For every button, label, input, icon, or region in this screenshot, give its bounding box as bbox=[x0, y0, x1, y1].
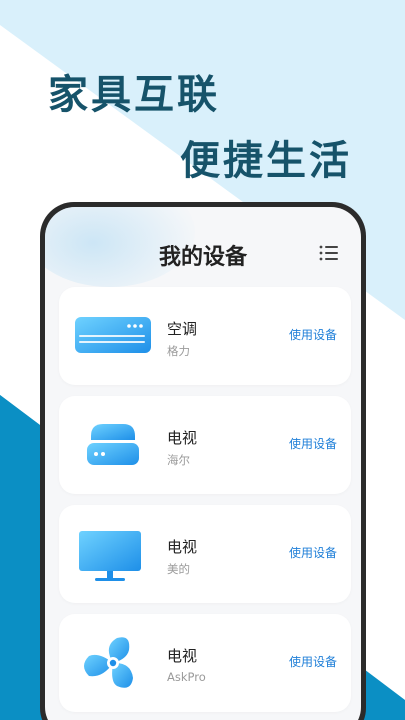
use-device-button[interactable]: 使用设备 bbox=[289, 653, 337, 670]
monitor-icon bbox=[79, 531, 141, 581]
device-brand: 格力 bbox=[167, 344, 190, 358]
device-name: 空调 bbox=[167, 320, 198, 338]
headline-line-2: 便捷生活 bbox=[180, 138, 352, 184]
device-name: 电视 bbox=[167, 429, 198, 447]
device-card-tv-midea[interactable]: 电视 美的 使用设备 bbox=[59, 505, 351, 603]
page-title: 我的设备 bbox=[158, 245, 247, 270]
phone-screen: 我的设备 空调 格力 使用设备 电视 海尔 使用设备 电视 美的 使用设备 电视… bbox=[45, 207, 361, 720]
device-card-tv-haier[interactable]: 电视 海尔 使用设备 bbox=[59, 396, 351, 494]
phone-mockup: 我的设备 空调 格力 使用设备 电视 海尔 使用设备 电视 美的 使用设备 电视… bbox=[40, 202, 366, 720]
set-top-box-icon bbox=[87, 424, 139, 465]
device-brand: 海尔 bbox=[167, 453, 190, 467]
use-device-button[interactable]: 使用设备 bbox=[289, 544, 337, 561]
device-list: 空调 格力 使用设备 电视 海尔 使用设备 电视 美的 使用设备 电视 AskP… bbox=[59, 287, 351, 720]
use-device-button[interactable]: 使用设备 bbox=[289, 435, 337, 452]
fan-icon bbox=[84, 637, 133, 688]
device-brand: AskPro bbox=[167, 670, 206, 684]
list-menu-icon[interactable] bbox=[319, 244, 339, 262]
device-card-air-conditioner[interactable]: 空调 格力 使用设备 bbox=[59, 287, 351, 385]
air-conditioner-icon bbox=[75, 317, 151, 353]
device-brand: 美的 bbox=[167, 562, 190, 576]
device-card-tv-askpro[interactable]: 电视 AskPro 使用设备 bbox=[59, 614, 351, 712]
headline-line-1: 家具互联 bbox=[48, 72, 220, 118]
use-device-button[interactable]: 使用设备 bbox=[289, 326, 337, 343]
device-name: 电视 bbox=[167, 538, 198, 556]
device-name: 电视 bbox=[167, 647, 198, 665]
